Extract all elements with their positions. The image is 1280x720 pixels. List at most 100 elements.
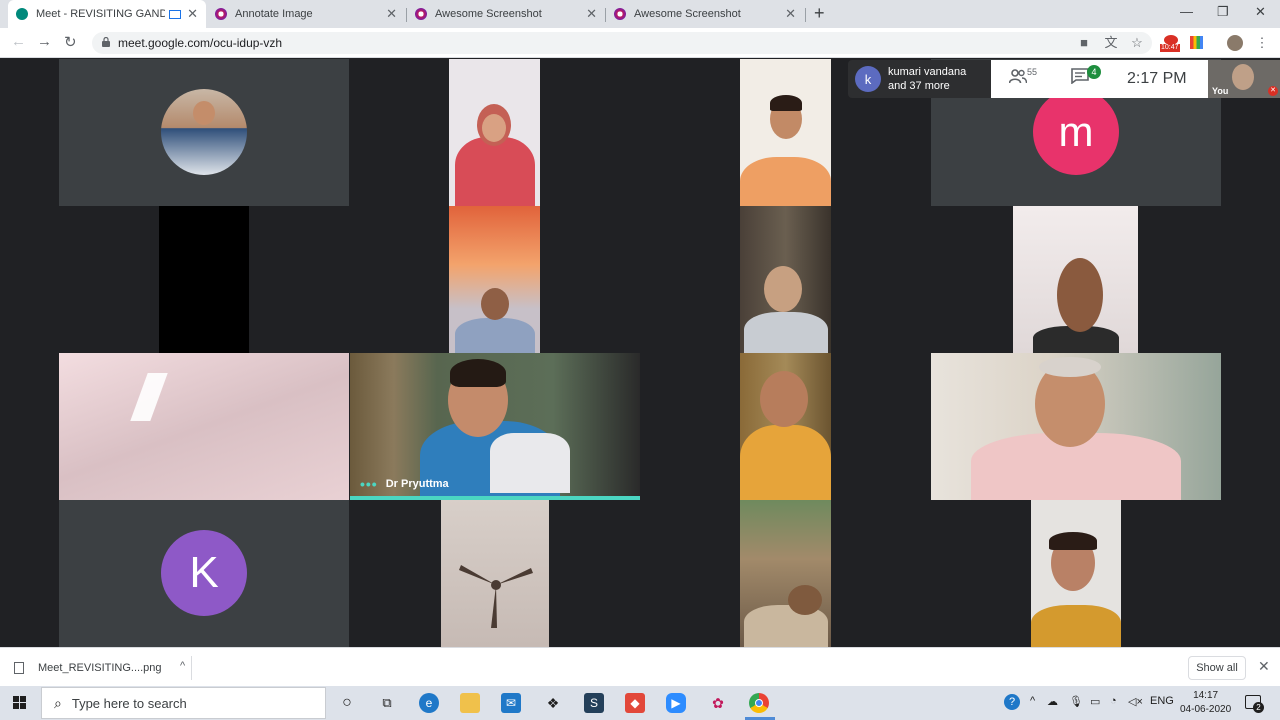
participant-tile[interactable] <box>441 500 549 647</box>
taskbar-search-box[interactable]: ⌕ Type here to search <box>41 687 326 719</box>
mail-icon[interactable]: ✉ <box>501 693 521 713</box>
participant-tile[interactable] <box>449 206 540 353</box>
tab-meet[interactable]: Meet - REVISITING GANDHI ✕ <box>8 0 206 28</box>
download-filename: Meet_REVISITING....png <box>38 662 162 674</box>
participant-tile[interactable] <box>740 500 831 647</box>
new-tab-button[interactable]: + <box>814 3 825 24</box>
participant-tile[interactable] <box>931 353 1221 500</box>
people-count: 55 <box>1027 67 1038 77</box>
help-icon[interactable]: ? <box>1004 694 1020 710</box>
colorful-extension-icon[interactable] <box>1190 36 1203 49</box>
close-icon[interactable]: ✕ <box>386 6 397 22</box>
maximize-icon[interactable]: ❐ <box>1217 4 1229 20</box>
zoom-icon[interactable]: ▶ <box>666 693 686 713</box>
notification-count: 2 <box>1253 702 1264 713</box>
language-indicator[interactable]: ENG <box>1150 695 1174 707</box>
edge-icon[interactable]: e <box>419 693 439 713</box>
download-item[interactable]: Meet_REVISITING....png ^ <box>14 656 192 680</box>
self-label: You <box>1212 86 1229 96</box>
awesome-screenshot-favicon-icon <box>215 8 227 20</box>
chevron-up-icon[interactable]: ^ <box>1030 695 1035 707</box>
self-video <box>1232 64 1254 90</box>
awesome-screenshot-favicon-icon <box>415 8 427 20</box>
volume-muted-icon[interactable]: ◁× <box>1128 695 1143 708</box>
active-speaker-tile[interactable]: ••• Dr Pryuttma <box>350 353 640 500</box>
participant-tile[interactable] <box>59 59 349 206</box>
tab-title: Meet - REVISITING GANDHI <box>36 8 166 20</box>
app-s-icon[interactable]: S <box>584 693 604 713</box>
forward-arrow-icon[interactable]: → <box>37 33 52 50</box>
bookmark-star-icon[interactable]: ☆ <box>1129 35 1145 51</box>
microphone-icon[interactable]: 🎙 <box>1069 695 1083 708</box>
chevron-up-icon[interactable]: ^ <box>180 660 185 672</box>
mic-off-icon: ✕ <box>1268 86 1278 96</box>
lock-icon <box>102 37 110 47</box>
file-icon <box>14 662 24 674</box>
dropbox-icon[interactable]: ❖ <box>543 693 563 713</box>
address-bar[interactable]: meet.google.com/ocu-idup-vzh <box>92 32 1152 54</box>
paint-icon[interactable]: ✿ <box>708 693 728 713</box>
chrome-icon[interactable] <box>749 693 769 713</box>
recorder-extension-icon[interactable]: 10:47 <box>1160 35 1183 52</box>
profile-avatar[interactable] <box>1227 35 1243 51</box>
translate-icon[interactable]: 文 <box>1103 35 1119 51</box>
participant-tile[interactable] <box>740 59 831 206</box>
wifi-icon[interactable]: ◔ <box>1110 695 1117 707</box>
participant-initial-avatar: k <box>855 66 881 92</box>
clock-time: 14:17 <box>1193 690 1219 701</box>
close-icon[interactable]: ✕ <box>187 6 198 22</box>
back-arrow-icon[interactable]: ← <box>11 33 26 50</box>
video-black-frame <box>159 206 249 353</box>
participant-tile[interactable] <box>740 206 831 353</box>
screen-share-icon <box>169 9 182 19</box>
download-bar: Meet_REVISITING....png ^ Show all ✕ <box>0 647 1280 686</box>
system-clock[interactable]: 14:17 04-06-2020 <box>1180 689 1231 717</box>
window-close-icon[interactable]: ✕ <box>1255 4 1266 20</box>
task-view-icon[interactable]: ⧉ <box>377 693 397 713</box>
speaking-indicator-icon: ••• <box>360 476 378 492</box>
participant-tile[interactable] <box>740 353 831 500</box>
reload-icon[interactable]: ↻ <box>64 33 77 51</box>
participant-tile[interactable] <box>1031 500 1121 647</box>
file-explorer-icon[interactable] <box>460 693 480 713</box>
chat-count-badge: 4 <box>1087 65 1101 79</box>
awesome-screenshot-favicon-icon <box>614 8 626 20</box>
profile-photo-avatar <box>161 89 247 175</box>
camera-icon[interactable]: ■ <box>1076 35 1092 51</box>
participants-first-name: kumari vandana <box>888 66 967 78</box>
people-icon[interactable] <box>1009 68 1027 84</box>
windows-start-icon[interactable] <box>13 696 27 710</box>
cortana-icon[interactable]: ○ <box>337 693 357 713</box>
menu-kebab-icon[interactable]: ⋮ <box>1254 35 1270 51</box>
tab-awesome-screenshot-1[interactable]: Awesome Screenshot ✕ <box>407 0 605 28</box>
tab-title: Awesome Screenshot <box>435 8 542 20</box>
tab-title: Annotate Image <box>235 8 313 20</box>
tab-title: Awesome Screenshot <box>634 8 741 20</box>
search-placeholder: Type here to search <box>71 695 187 711</box>
ceiling-light <box>130 373 168 421</box>
participant-tile[interactable]: K <box>59 500 349 647</box>
tab-annotate-image[interactable]: Annotate Image ✕ <box>207 0 405 28</box>
onedrive-icon[interactable]: ☁ <box>1047 695 1058 708</box>
anydesk-icon[interactable]: ◆ <box>625 693 645 713</box>
speaker-name: Dr Pryuttma <box>385 478 449 490</box>
minimize-icon[interactable]: — <box>1180 4 1193 19</box>
avatar-k: K <box>161 530 247 616</box>
show-all-button[interactable]: Show all <box>1188 656 1246 680</box>
close-icon[interactable]: ✕ <box>586 6 597 22</box>
search-icon: ⌕ <box>54 694 62 711</box>
meet-info-bar: 55 4 2:17 PM <box>991 60 1208 98</box>
participant-tile[interactable] <box>449 59 540 206</box>
windows-taskbar: ⌕ Type here to search ○ ⧉ e ✉ ❖ S ◆ ▶ ✿ … <box>0 686 1280 720</box>
self-view-tile[interactable]: You ✕ <box>1208 60 1280 98</box>
participant-tile[interactable] <box>1013 206 1138 353</box>
participants-summary[interactable]: k kumari vandana and 37 more <box>848 60 991 98</box>
close-icon[interactable]: ✕ <box>785 6 796 22</box>
speaker-name-label: ••• Dr Pryuttma <box>360 476 449 492</box>
tab-awesome-screenshot-2[interactable]: Awesome Screenshot ✕ <box>606 0 804 28</box>
battery-icon[interactable]: ▭ <box>1090 695 1100 708</box>
meet-video-grid: K ••• Dr Pryuttma m <box>0 59 1280 647</box>
close-download-bar-icon[interactable]: ✕ <box>1258 658 1270 675</box>
participant-tile[interactable] <box>59 206 349 353</box>
participant-tile[interactable] <box>59 353 349 500</box>
